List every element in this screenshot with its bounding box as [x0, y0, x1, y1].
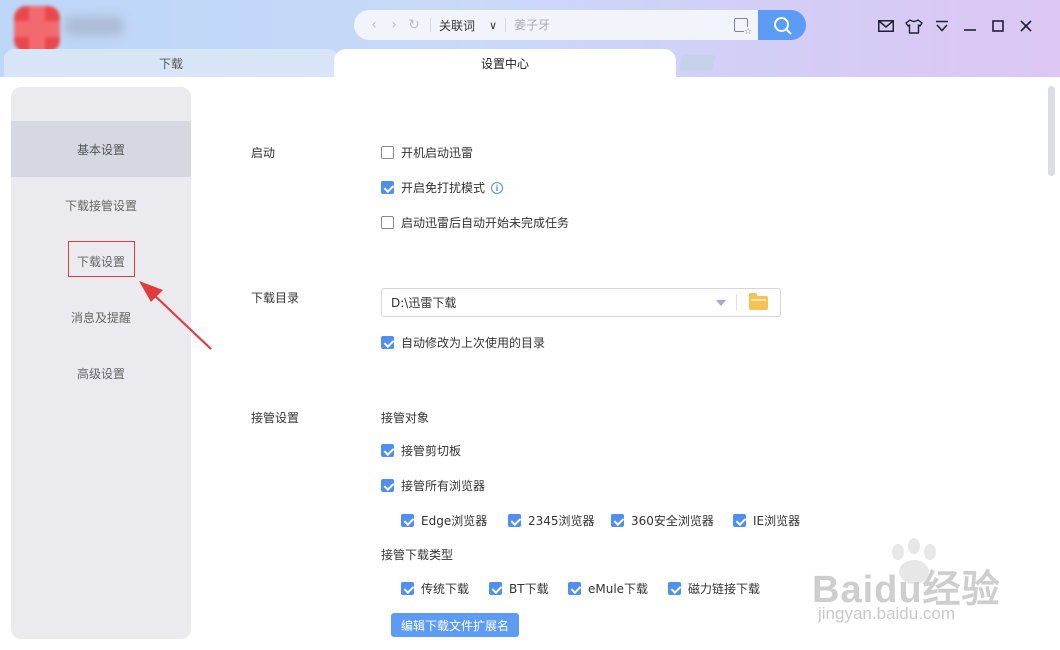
search-input[interactable] — [514, 18, 715, 32]
checkbox[interactable] — [381, 444, 394, 457]
type-option-emule[interactable]: eMule下载 — [568, 580, 648, 597]
search-icon — [773, 16, 789, 32]
checkbox[interactable] — [733, 514, 746, 527]
search-mode-select[interactable]: 关联词 — [439, 17, 475, 34]
option-label: 启动迅雷后自动开始未完成任务 — [401, 216, 570, 230]
startup-option-resume[interactable]: 启动迅雷后自动开始未完成任务 — [381, 214, 569, 231]
option-label: eMule下载 — [588, 582, 649, 596]
option-label: 接管所有浏览器 — [401, 479, 486, 493]
tab-settings[interactable]: 设置中心 — [334, 49, 676, 77]
download-dir-value[interactable]: D:\迅雷下载 — [391, 294, 716, 311]
option-label: 360安全浏览器 — [631, 514, 714, 528]
refresh-icon[interactable]: ↻ — [404, 17, 424, 33]
sidebar-item-basic[interactable]: 基本设置 — [11, 121, 191, 177]
divider — [430, 18, 431, 32]
username-blurred — [64, 16, 124, 36]
sidebar-item-advanced[interactable]: 高级设置 — [11, 345, 191, 401]
browser-option-360[interactable]: 360安全浏览器 — [611, 512, 714, 529]
option-label: 开机启动迅雷 — [401, 146, 474, 160]
watermark-url: jingyan.baidu.com — [818, 604, 956, 623]
skin-icon[interactable] — [900, 16, 928, 36]
title-bar: ‹ › ↻ 关联词 ∨ 下载 设置中心 — [0, 0, 1060, 77]
app-logo[interactable] — [14, 6, 124, 52]
section-label-startup: 启动 — [251, 146, 276, 160]
maximize-icon[interactable] — [984, 16, 1012, 36]
checkbox[interactable] — [508, 514, 521, 527]
type-option-magnet[interactable]: 磁力链接下载 — [668, 580, 760, 597]
folder-icon — [749, 292, 768, 310]
option-label: 2345浏览器 — [528, 514, 595, 528]
close-icon[interactable] — [1012, 16, 1040, 36]
takeover-all-browsers-option[interactable]: 接管所有浏览器 — [381, 477, 485, 494]
checkbox[interactable] — [381, 146, 394, 159]
edit-extensions-button[interactable]: 编辑下载文件扩展名 — [391, 613, 519, 637]
takeover-clipboard-option[interactable]: 接管剪切板 — [381, 442, 461, 459]
back-icon[interactable]: ‹ — [364, 17, 384, 33]
type-option-traditional[interactable]: 传统下载 — [401, 580, 469, 597]
type-option-bt[interactable]: BT下载 — [489, 580, 549, 597]
search-bar: ‹ › ↻ 关联词 ∨ — [354, 10, 758, 40]
info-icon[interactable]: i — [491, 181, 504, 194]
tab-download[interactable]: 下载 — [4, 49, 338, 77]
window-controls — [872, 16, 1040, 36]
checkbox[interactable] — [381, 181, 394, 194]
chevron-down-icon[interactable] — [716, 299, 726, 306]
divider — [505, 18, 507, 32]
minimize-icon[interactable] — [956, 16, 984, 36]
checkbox[interactable] — [668, 582, 681, 595]
download-dir-select[interactable]: D:\迅雷下载 — [381, 288, 781, 317]
chevron-down-icon[interactable]: ∨ — [489, 19, 497, 32]
option-label: BT下载 — [509, 582, 549, 596]
sidebar-item-takeover[interactable]: 下载接管设置 — [11, 177, 191, 233]
bookmark-icon[interactable] — [734, 18, 752, 37]
watermark-text: Baidu经验 — [812, 569, 1001, 611]
checkbox[interactable] — [381, 336, 394, 349]
checkbox[interactable] — [489, 582, 502, 595]
menu-icon[interactable] — [928, 16, 956, 36]
option-label: 接管剪切板 — [401, 444, 462, 458]
checkbox[interactable] — [401, 514, 414, 527]
option-label: Edge浏览器 — [421, 514, 488, 528]
checkbox[interactable] — [401, 582, 414, 595]
baidu-watermark: Baidu经验 jingyan.baidu.com — [812, 538, 1052, 628]
auto-modify-dir-option[interactable]: 自动修改为上次使用的目录 — [381, 334, 545, 351]
takeover-types-title: 接管下载类型 — [381, 548, 454, 562]
checkbox[interactable] — [381, 216, 394, 229]
browser-option-2345[interactable]: 2345浏览器 — [508, 512, 595, 529]
option-label: 开启免打扰模式 — [401, 181, 486, 195]
search-button[interactable] — [758, 10, 806, 40]
option-label: 磁力链接下载 — [688, 582, 761, 596]
section-label-download-dir: 下载目录 — [251, 291, 300, 305]
startup-option-dnd[interactable]: 开启免打扰模式 i — [381, 179, 504, 196]
browser-option-edge[interactable]: Edge浏览器 — [401, 512, 487, 529]
takeover-objects-title: 接管对象 — [381, 411, 430, 425]
checkbox[interactable] — [611, 514, 624, 527]
forward-icon[interactable]: › — [384, 17, 404, 33]
mail-icon[interactable] — [872, 16, 900, 36]
browse-folder-button[interactable] — [737, 289, 780, 316]
option-label: 传统下载 — [421, 582, 470, 596]
scrollbar[interactable] — [1048, 86, 1055, 176]
startup-option-autostart[interactable]: 开机启动迅雷 — [381, 144, 473, 161]
option-label: IE浏览器 — [753, 514, 801, 528]
checkbox[interactable] — [381, 479, 394, 492]
annotation-highlight-box — [68, 241, 135, 277]
section-label-takeover: 接管设置 — [251, 411, 300, 425]
option-label: 自动修改为上次使用的目录 — [401, 336, 546, 350]
logo-icon — [14, 6, 60, 52]
sidebar-item-notifications[interactable]: 消息及提醒 — [11, 289, 191, 345]
new-tab-button[interactable] — [679, 55, 716, 70]
browser-option-ie[interactable]: IE浏览器 — [733, 512, 800, 529]
settings-sidebar: 基本设置 下载接管设置 下载设置 消息及提醒 高级设置 — [11, 87, 191, 639]
checkbox[interactable] — [568, 582, 581, 595]
paw-icon — [892, 538, 936, 584]
